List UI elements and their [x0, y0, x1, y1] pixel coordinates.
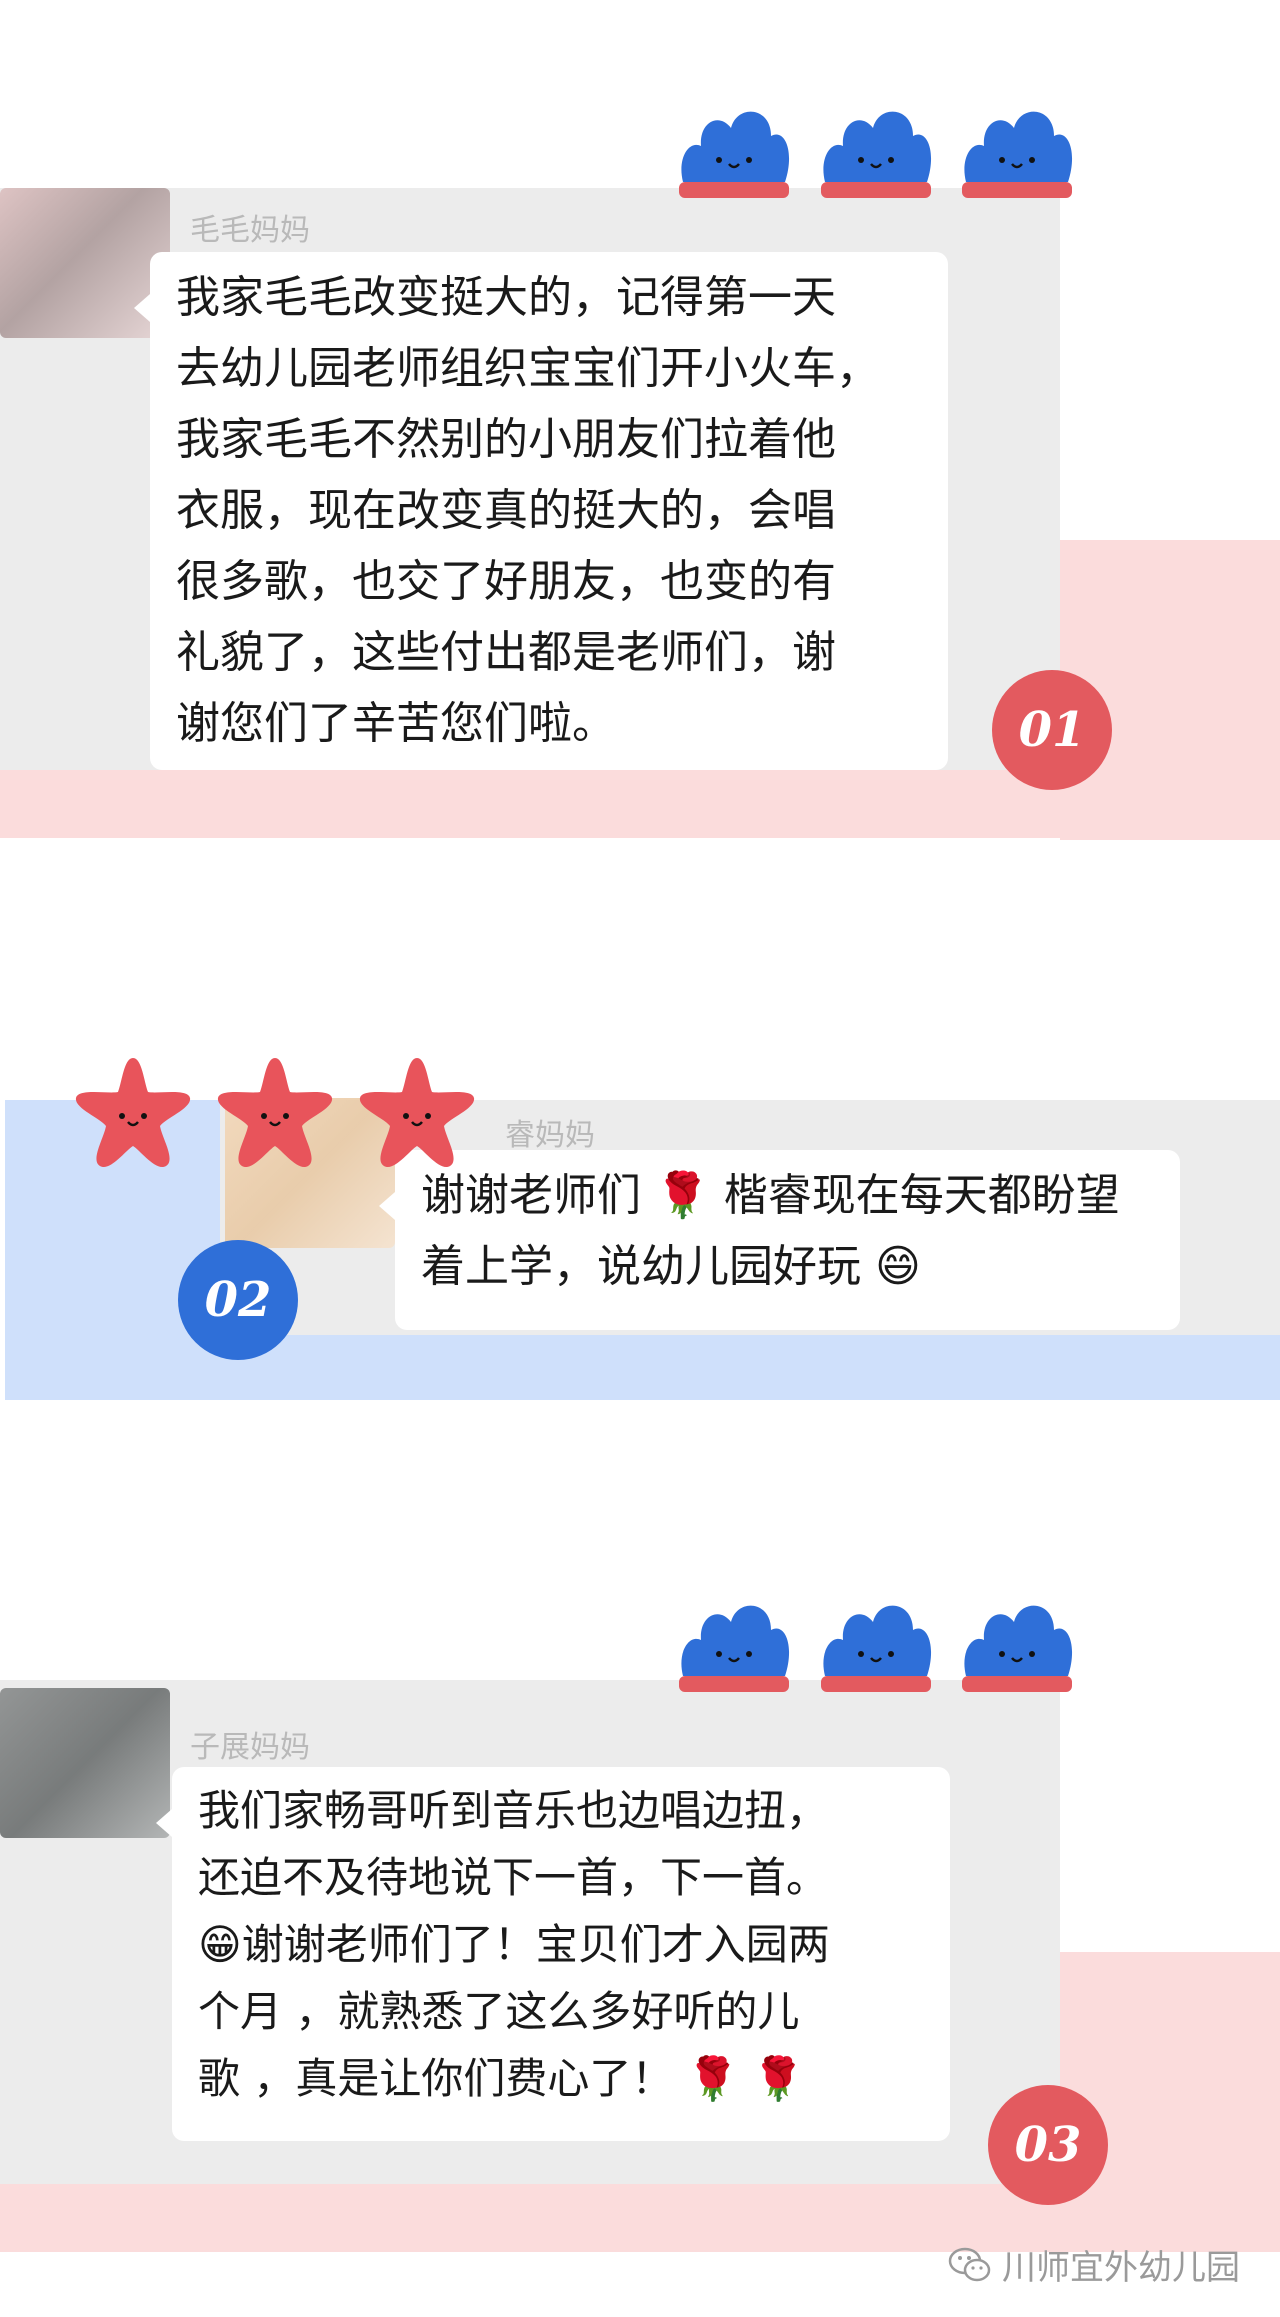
message-line: 我家毛毛不然别的小朋友们拉着他: [176, 414, 836, 465]
red-star-decoration-icon: [359, 1058, 475, 1168]
blue-blob-decoration-icon: [962, 1605, 1073, 1692]
blue-blob-decoration-icon: [821, 1605, 932, 1692]
message-bubble: 谢谢老师们 🌹 楷睿现在每天都盼望 着上学，说幼儿园好玩 😄: [379, 1150, 1180, 1330]
message-line: 我们家畅哥听到音乐也边唱边扭，: [198, 1786, 829, 1835]
blue-accent-bottom-2: [5, 1335, 1280, 1400]
message-line: 谢您们了辛苦您们啦。: [176, 698, 616, 749]
blue-blob-decoration-icon: [821, 111, 932, 198]
message-line: 谢谢老师们 🌹 楷睿现在每天都盼望: [421, 1170, 1120, 1221]
watermark: 川师宜外幼儿园: [948, 2240, 1240, 2289]
number-badge: 01: [992, 670, 1112, 790]
number-badge: 03: [988, 2085, 1108, 2205]
message-line: 😁谢谢老师们了！宝贝们才入园两: [198, 1920, 830, 1969]
message-line: 很多歌，也交了好朋友，也变的有: [176, 556, 836, 607]
message-bubble: 我们家畅哥听到音乐也边唱边扭， 还迫不及待地说下一首，下一首。 😁谢谢老师们了！…: [156, 1767, 950, 2141]
red-star-decoration-icon: [217, 1058, 333, 1168]
red-star-decoration-icon: [75, 1058, 191, 1168]
avatar: [0, 1688, 170, 1838]
message-line: 礼貌了，这些付出都是老师们，谢: [176, 627, 836, 678]
message-line: 歌 ，真是让你们费心了！ 🌹 🌹: [198, 2054, 805, 2103]
message-line: 衣服，现在改变真的挺大的，会唱: [176, 485, 836, 536]
sender-name: 睿妈妈: [505, 1118, 595, 1153]
wechat-icon: [948, 2247, 991, 2281]
message-line: 去幼儿园老师组织宝宝们开小火车，: [176, 343, 880, 394]
sender-name: 子展妈妈: [190, 1730, 310, 1765]
message-line: 还迫不及待地说下一首，下一首。: [198, 1853, 829, 1902]
blue-blob-decoration-icon: [962, 111, 1073, 198]
pink-accent-bottom-1: [0, 770, 1280, 838]
message-line: 着上学，说幼儿园好玩 😄: [421, 1241, 921, 1292]
message-bubble: 我家毛毛改变挺大的，记得第一天 去幼儿园老师组织宝宝们开小火车， 我家毛毛不然别…: [134, 252, 948, 770]
blue-blob-decoration-icon: [679, 1605, 790, 1692]
sender-name: 毛毛妈妈: [190, 213, 310, 248]
number-badge: 02: [178, 1240, 298, 1360]
watermark-text: 川师宜外幼儿园: [1002, 2248, 1240, 2288]
message-line: 个月 ，就熟悉了这么多好听的儿: [198, 1987, 800, 2036]
message-line: 我家毛毛改变挺大的，记得第一天: [176, 272, 836, 323]
blue-blob-decoration-icon: [679, 111, 790, 198]
